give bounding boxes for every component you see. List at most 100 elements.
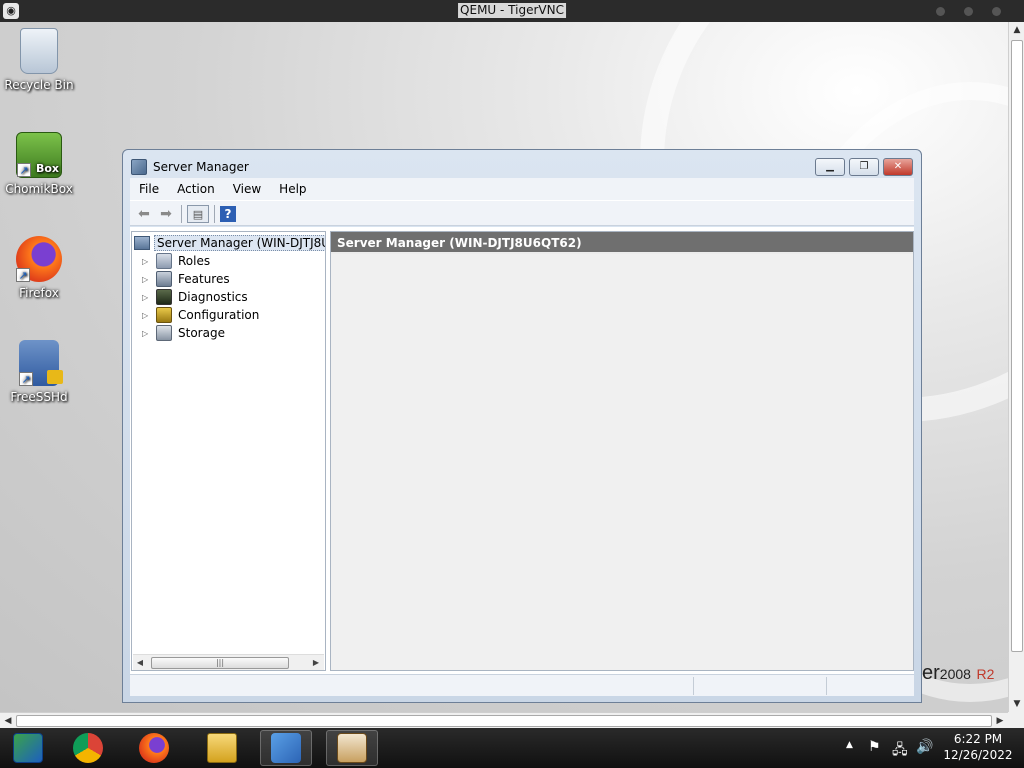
vnc-title-bar: ◉ QEMU - TigerVNC — [0, 0, 1024, 22]
vnc-maximize-button[interactable] — [964, 7, 973, 16]
tigervnc-logo-icon: ◉ — [3, 3, 19, 19]
status-bar — [130, 674, 914, 696]
user-accounts-icon — [271, 733, 301, 763]
desktop-icon-firefox[interactable]: ↗ Firefox — [0, 236, 78, 300]
tigervnc-icon — [337, 733, 367, 763]
desktop-icon-chomikbox[interactable]: Box ↗ ChomikBox — [0, 132, 78, 196]
tree-item-features[interactable]: ▷ Features — [142, 270, 230, 288]
storage-icon — [156, 325, 172, 341]
recycle-bin-icon — [20, 28, 58, 74]
shortcut-arrow-icon: ↗ — [17, 163, 31, 177]
tree-item-storage[interactable]: ▷ Storage — [142, 324, 225, 342]
toolbar-separator — [214, 205, 215, 223]
os-branding: er2008 R2 — [922, 662, 994, 685]
shortcut-arrow-icon: ↗ — [16, 268, 30, 282]
desktop-icon-freesshd[interactable]: ↗ FreeSSHd — [0, 340, 78, 404]
scroll-left-arrow-icon[interactable]: ◀ — [133, 655, 147, 670]
menu-file[interactable]: File — [130, 182, 168, 196]
tree-item-roles[interactable]: ▷ Roles — [142, 252, 210, 270]
details-pane: Server Manager (WIN-DJTJ8U6QT62) — [330, 231, 914, 671]
desktop-icon-label: Firefox — [19, 286, 59, 300]
back-arrow-icon[interactable]: ⬅ — [134, 205, 154, 223]
taskbar-tigervnc[interactable] — [326, 730, 378, 766]
scrollbar-thumb[interactable]: ||| — [151, 657, 289, 669]
vnc-vertical-scrollbar[interactable]: ▲ ▼ — [1008, 22, 1024, 712]
window-title-bar[interactable]: Server Manager — [131, 158, 249, 176]
close-button[interactable]: ✕ — [883, 158, 913, 176]
configuration-icon — [156, 307, 172, 323]
network-icon[interactable]: 🖧 — [892, 739, 908, 768]
taskbar-chrome[interactable] — [62, 730, 114, 766]
tree-item-label: Diagnostics — [178, 290, 248, 304]
chrome-icon — [73, 733, 103, 763]
expand-arrow-icon[interactable]: ▷ — [142, 257, 150, 266]
freesshd-icon: ↗ — [19, 340, 63, 386]
scrollbar-thumb[interactable] — [16, 715, 992, 727]
taskbar-file-explorer[interactable] — [196, 730, 248, 766]
expand-arrow-icon[interactable]: ▷ — [142, 275, 150, 284]
desktop-icon-label: Recycle Bin — [4, 78, 74, 92]
toolbar-separator — [181, 205, 182, 223]
tree-item-label: Features — [178, 272, 230, 286]
vnc-minimize-button[interactable] — [936, 7, 945, 16]
scrollbar-corner — [1008, 712, 1024, 728]
expand-arrow-icon[interactable]: ▷ — [142, 329, 150, 338]
window-title: Server Manager — [153, 160, 249, 174]
vnc-horizontal-scrollbar[interactable]: ◀ ▶ — [0, 712, 1008, 728]
tree-item-label: Storage — [178, 326, 225, 340]
file-explorer-icon — [207, 733, 237, 763]
branding-prefix: er — [922, 662, 940, 684]
clock-date: 12/26/2022 — [943, 748, 1013, 762]
taskbar: ▲ ⚑ 🖧 🔊 6:22 PM 12/26/2022 — [0, 728, 1024, 768]
roles-icon — [156, 253, 172, 269]
status-bar-segment — [693, 677, 826, 695]
scroll-right-arrow-icon[interactable]: ▶ — [309, 655, 323, 670]
desktop-icon-recycle-bin[interactable]: Recycle Bin — [0, 28, 78, 92]
help-icon[interactable]: ? — [220, 206, 236, 222]
menu-bar: File Action View Help — [130, 178, 914, 200]
taskbar-clock[interactable]: 6:22 PM 12/26/2022 — [940, 731, 1016, 763]
vnc-window-title: QEMU - TigerVNC — [458, 3, 566, 18]
scroll-right-arrow-icon[interactable]: ▶ — [992, 713, 1008, 729]
taskbar-server-manager[interactable] — [2, 730, 54, 766]
minimize-button[interactable]: ▁ — [815, 158, 845, 176]
scroll-left-arrow-icon[interactable]: ◀ — [0, 713, 16, 729]
tree-item-diagnostics[interactable]: ▷ Diagnostics — [142, 288, 248, 306]
menu-action[interactable]: Action — [168, 182, 224, 196]
clock-time: 6:22 PM — [953, 732, 1003, 746]
tree-root-label: Server Manager (WIN-DJTJ8U6Q — [154, 235, 325, 251]
restore-button[interactable]: ❐ — [849, 158, 879, 176]
features-icon — [156, 271, 172, 287]
console-tree[interactable]: Server Manager (WIN-DJTJ8U6Q ▷ Roles ▷ F… — [131, 231, 326, 671]
vnc-close-button[interactable] — [992, 7, 1001, 16]
expand-arrow-icon[interactable]: ▷ — [142, 311, 150, 320]
firefox-icon — [139, 733, 169, 763]
taskbar-firefox[interactable] — [128, 730, 180, 766]
tree-item-label: Configuration — [178, 308, 260, 322]
menu-view[interactable]: View — [224, 182, 270, 196]
taskbar-user-accounts[interactable] — [260, 730, 312, 766]
tree-horizontal-scrollbar[interactable]: ◀ ||| ▶ — [133, 654, 324, 670]
scroll-up-arrow-icon[interactable]: ▲ — [1009, 22, 1024, 38]
tree-item-configuration[interactable]: ▷ Configuration — [142, 306, 259, 324]
server-manager-icon — [13, 733, 43, 763]
firefox-icon: ↗ — [16, 236, 62, 282]
toolbar: ⬅ ➡ ▤ ? — [130, 200, 914, 226]
main-content: Server Manager (WIN-DJTJ8U6Q ▷ Roles ▷ F… — [130, 227, 914, 674]
show-hidden-icons-icon[interactable]: ▲ — [846, 740, 853, 768]
forward-arrow-icon[interactable]: ➡ — [156, 205, 176, 223]
details-pane-header: Server Manager (WIN-DJTJ8U6QT62) — [331, 232, 913, 254]
shortcut-arrow-icon: ↗ — [19, 372, 33, 386]
server-manager-window[interactable]: Server Manager ▁ ❐ ✕ File Action View He… — [122, 149, 922, 703]
menu-help[interactable]: Help — [270, 182, 315, 196]
status-bar-segment — [826, 677, 914, 695]
tree-root-server-manager[interactable]: Server Manager (WIN-DJTJ8U6Q — [134, 235, 325, 251]
scrollbar-thumb[interactable] — [1011, 40, 1023, 652]
action-center-flag-icon[interactable]: ⚑ — [868, 739, 881, 768]
scroll-down-arrow-icon[interactable]: ▼ — [1009, 696, 1024, 712]
show-hide-console-tree-icon[interactable]: ▤ — [187, 205, 209, 223]
expand-arrow-icon[interactable]: ▷ — [142, 293, 150, 302]
desktop-icon-label: ChomikBox — [5, 182, 73, 196]
volume-icon[interactable]: 🔊 — [916, 739, 933, 768]
desktop-icon-label: FreeSSHd — [10, 390, 68, 404]
